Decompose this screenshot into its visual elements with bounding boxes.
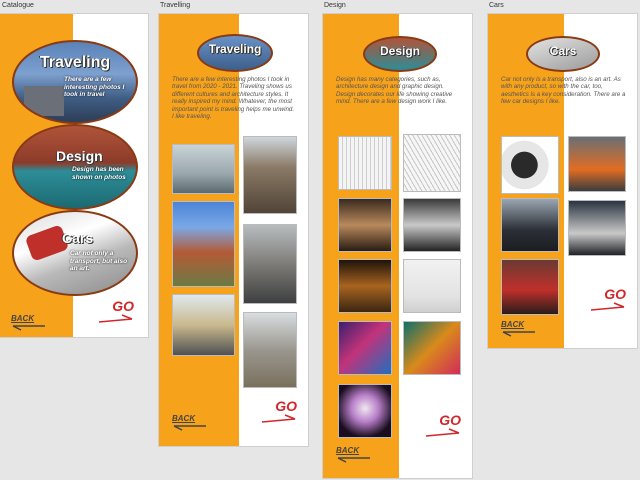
frame-label-cars: Cars (489, 2, 504, 9)
back-button[interactable]: BACK (501, 320, 537, 337)
arrow-right-icon (425, 428, 460, 437)
page-title: Design (379, 44, 420, 58)
cars-header: Cars (526, 36, 600, 72)
cars-card[interactable]: Cars Car not only a transport, but also … (12, 210, 138, 296)
design-card-title: Design (56, 148, 103, 164)
go-button[interactable]: GO (261, 398, 297, 424)
back-button[interactable]: BACK (172, 414, 208, 431)
frame-label-design: Design (324, 2, 346, 9)
go-button[interactable]: GO (425, 412, 461, 438)
arrow-right-icon (98, 314, 133, 323)
go-button-label: GO (275, 398, 297, 414)
photo-tower[interactable] (243, 136, 297, 214)
back-button-label: BACK (501, 320, 525, 329)
design-board: Design Design has many categories, such … (323, 14, 472, 478)
photo-river-city[interactable] (172, 144, 235, 194)
arrow-left-icon (12, 325, 45, 331)
photo-white-car[interactable] (568, 200, 626, 256)
go-button[interactable]: GO (98, 298, 134, 324)
page-title: Cars (549, 44, 577, 58)
photo-neon-street[interactable] (338, 321, 392, 375)
photo-wheel[interactable] (501, 136, 559, 194)
photo-red-car[interactable] (501, 259, 559, 315)
go-button-label: GO (604, 286, 626, 302)
traveling-card-desc: There are a few interesting photos I too… (64, 76, 125, 98)
photo-orange-car[interactable] (568, 136, 626, 192)
intro-text: Car not only is a transport, also is an … (501, 76, 626, 106)
frame-label-travelling: Travelling (160, 2, 191, 9)
travelling-board: Traveling There are a few interesting ph… (159, 14, 308, 446)
cars-card-desc: Car not only a transport, but also an ar… (70, 250, 128, 272)
photo-black-car[interactable] (501, 198, 559, 252)
go-button-label: GO (112, 298, 134, 314)
traveling-card-title: Traveling (39, 54, 111, 71)
arrow-left-icon (173, 425, 206, 431)
design-header: Design (363, 36, 437, 72)
photo-gallery[interactable] (403, 259, 461, 313)
traveling-header: Traveling (197, 34, 273, 72)
design-card-desc: Design has been shown on photos (72, 166, 126, 181)
go-button-label: GO (439, 412, 461, 428)
photo-lit-room[interactable] (338, 259, 392, 313)
frame-label-catalogue: Catalogue (2, 2, 34, 9)
photo-statue[interactable] (243, 312, 297, 388)
photo-frame[interactable] (403, 198, 461, 252)
building-photo (24, 86, 64, 116)
back-button[interactable]: BACK (11, 314, 47, 331)
photo-sketch-building[interactable] (338, 136, 392, 190)
design-card[interactable]: Design Design has been shown on photos (12, 124, 138, 210)
intro-text: Design has many categories, such as, arc… (336, 76, 453, 106)
back-button-label: BACK (172, 414, 196, 423)
arrow-right-icon (261, 414, 296, 423)
go-button[interactable]: GO (590, 286, 626, 312)
intro-text: There are a few interesting photos I too… (172, 76, 295, 121)
photo-interior[interactable] (338, 198, 392, 252)
photo-alley[interactable] (243, 224, 297, 304)
traveling-card[interactable]: Traveling There are a few interesting ph… (12, 40, 138, 124)
cars-card-title: Cars (62, 230, 94, 246)
back-button-label: BACK (336, 446, 360, 455)
back-button[interactable]: BACK (336, 446, 372, 463)
photo-street[interactable] (172, 294, 235, 356)
back-button-label: BACK (11, 314, 35, 323)
arrow-left-icon (502, 331, 535, 337)
arrow-right-icon (590, 302, 625, 311)
photo-city-view[interactable] (172, 201, 235, 287)
photo-neon-shop[interactable] (403, 321, 461, 375)
page-title: Traveling (208, 42, 262, 56)
photo-sketch-arcade[interactable] (403, 134, 461, 192)
photo-portrait[interactable] (338, 384, 392, 438)
catalogue-board: Traveling There are a few interesting ph… (0, 14, 148, 337)
cars-board: Cars Car not only is a transport, also i… (488, 14, 637, 348)
arrow-left-icon (337, 457, 370, 463)
